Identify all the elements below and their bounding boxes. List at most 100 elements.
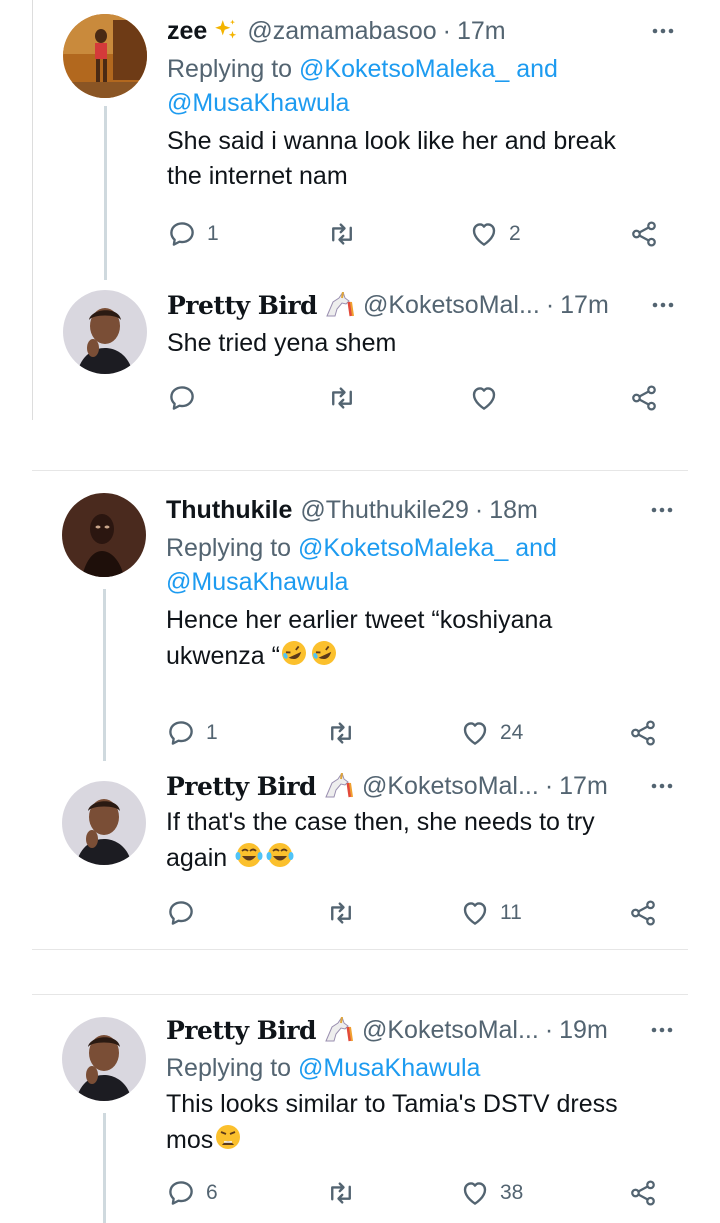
mention-link[interactable]: @MusaKhawula [298,1054,480,1082]
user-handle[interactable]: @KoketsoMal... [363,291,540,320]
like-button[interactable]: 2 [469,216,521,252]
more-options-icon[interactable] [634,495,674,525]
reply-button[interactable] [167,380,197,416]
tweet-text: She said i wanna look like her and break… [167,124,675,194]
retweet-button[interactable] [326,715,356,751]
retweet-button[interactable] [326,1175,356,1211]
display-name[interactable]: Pretty Bird [167,291,317,320]
tweet-text: If that's the case then, she needs to tr… [166,805,674,880]
separator-dot: · [474,495,484,524]
tweet-text-line: This looks similar to Tamia's DSTV dress [166,1090,618,1118]
mention-link[interactable]: @KoketsoMaleka_ [299,55,509,83]
tweet-text-line: again [166,844,228,872]
like-button[interactable] [469,380,499,416]
display-name[interactable]: zee [167,17,207,46]
and-link[interactable]: and [516,55,558,83]
tweet-actions: 6 38 [166,1175,658,1211]
separator-dot: · [442,16,451,45]
separator-dot: · [545,290,555,319]
retweet-button[interactable] [327,380,357,416]
tweet[interactable]: zee @zamamabasoo · 17m Replying to @Koke… [33,10,689,280]
user-handle[interactable]: @KoketsoMal... [362,772,539,801]
like-count: 11 [500,901,522,924]
reply-button[interactable] [166,895,196,931]
more-options-icon[interactable] [635,290,675,320]
like-button[interactable]: 24 [460,715,523,751]
avatar[interactable] [62,1017,146,1101]
tweet-text: Hence her earlier tweet “koshiyana ukwen… [166,603,674,678]
mention-link[interactable]: @MusaKhawula [166,568,348,596]
display-name[interactable]: Thuthukile [166,496,292,525]
share-button[interactable] [629,216,659,252]
tweet-actions: 1 2 [167,216,659,252]
weary-face-emoji-icon [213,1122,243,1162]
reply-button[interactable]: 1 [167,216,219,252]
user-handle[interactable]: @zamamabasoo [247,17,436,46]
tweet-thread-card-2: Thuthukile @Thuthukile29 · 18m Replying … [32,470,688,950]
share-button[interactable] [628,895,658,931]
timestamp[interactable]: 19m [559,1016,608,1045]
unicorn-emoji-icon [322,1017,354,1043]
thread-line [103,1113,106,1223]
tweet[interactable]: Pretty Bird @KoketsoMal... · 17m If that… [32,771,688,941]
tweet-actions: 1 24 [166,715,658,751]
more-options-icon[interactable] [634,1015,674,1045]
replying-to-label: Replying to [166,534,292,562]
tweet[interactable]: Thuthukile @Thuthukile29 · 18m Replying … [32,493,688,763]
thread-line [104,106,107,280]
mention-link[interactable]: @MusaKhawula [167,89,349,117]
share-button[interactable] [628,715,658,751]
rolling-on-floor-laughing-emoji-icon [280,638,340,678]
replying-to: Replying to @MusaKhawula [166,1051,674,1085]
unicorn-emoji-icon [323,292,355,318]
timestamp[interactable]: 17m [457,17,506,46]
like-count: 2 [509,222,521,245]
tweet-text-line: Hence her earlier tweet “koshiyana [166,606,553,634]
retweet-button[interactable] [326,895,356,931]
avatar[interactable] [62,781,146,865]
separator-dot: · [544,1015,554,1044]
replying-to: Replying to @KoketsoMaleka_ and @MusaKha… [166,531,674,599]
like-button[interactable]: 11 [460,895,522,931]
retweet-button[interactable] [327,216,357,252]
and-link[interactable]: and [515,534,557,562]
tweet-text-line: If that's the case then, she needs to tr… [166,808,595,836]
tweet-header: Thuthukile @Thuthukile29 · 18m [166,495,674,525]
reply-count: 1 [206,721,218,744]
tweet-actions [167,380,659,416]
reply-count: 6 [206,1181,218,1204]
tweet-text: This looks similar to Tamia's DSTV dress… [166,1087,674,1162]
replying-to: Replying to @KoketsoMaleka_ and @MusaKha… [167,52,675,120]
display-name[interactable]: Pretty Bird [166,1016,316,1045]
sparkles-emoji-icon [213,18,239,44]
avatar[interactable] [63,14,147,98]
more-options-icon[interactable] [635,16,675,46]
avatar[interactable] [63,290,147,374]
share-button[interactable] [629,380,659,416]
more-options-icon[interactable] [634,771,674,801]
reply-button[interactable]: 6 [166,1175,218,1211]
replying-to-label: Replying to [167,55,293,83]
avatar[interactable] [62,493,146,577]
tweet-header: zee @zamamabasoo · 17m [167,16,675,46]
reply-button[interactable]: 1 [166,715,218,751]
user-handle[interactable]: @Thuthukile29 [300,496,469,525]
like-count: 38 [500,1181,524,1204]
separator-dot: · [544,771,554,800]
user-handle[interactable]: @KoketsoMal... [362,1016,539,1045]
timestamp[interactable]: 18m [489,496,538,525]
tweet-text-line: ukwenza “ [166,642,280,670]
display-name[interactable]: Pretty Bird [166,772,316,801]
share-button[interactable] [628,1175,658,1211]
tweet[interactable]: Pretty Bird @KoketsoMal... · 17m She tri… [33,286,689,416]
like-button[interactable]: 38 [460,1175,523,1211]
mention-link[interactable]: @KoketsoMaleka_ [298,534,508,562]
tweet[interactable]: Pretty Bird @KoketsoMal... · 19m Replyin… [32,1015,688,1223]
tweet-header: Pretty Bird @KoketsoMal... · 19m [166,1015,674,1045]
tweet-thread-card-3: Pretty Bird @KoketsoMal... · 19m Replyin… [32,994,688,1223]
timestamp[interactable]: 17m [559,772,608,801]
tweet-actions: 11 [166,895,658,931]
reply-count: 1 [207,222,219,245]
timestamp[interactable]: 17m [560,291,609,320]
tweet-header: Pretty Bird @KoketsoMal... · 17m [167,290,675,320]
